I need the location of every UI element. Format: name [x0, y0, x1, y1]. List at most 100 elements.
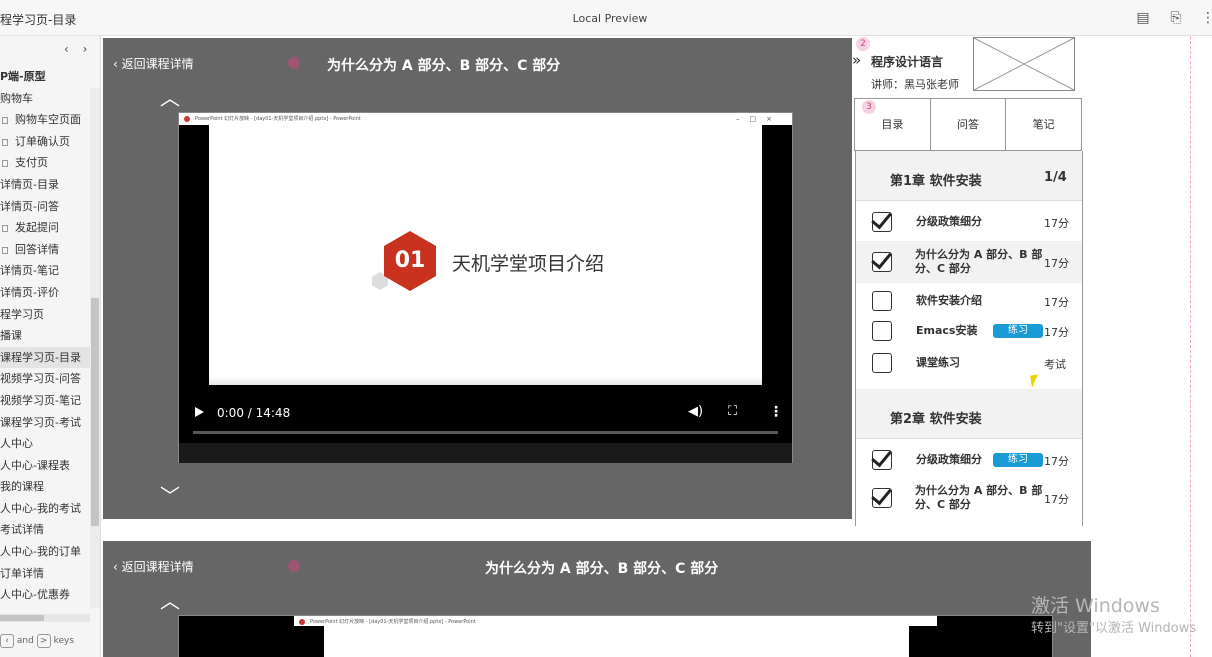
sidebar-item-label: 订单确认页: [15, 134, 70, 148]
chapter-header[interactable]: 第2章 软件安装: [856, 389, 1082, 439]
next-page-icon[interactable]: ›: [83, 42, 88, 56]
chapter-header[interactable]: 第1章 软件安装 1/4: [856, 151, 1082, 201]
powerpoint-icon-2: [299, 619, 305, 625]
lesson-item[interactable]: Emacs安装 练习 17分: [856, 316, 1082, 346]
region-number-3: 3: [862, 100, 876, 114]
hotspot-dot: [288, 57, 300, 69]
course-teacher: 讲师：黑马张老师: [871, 78, 959, 91]
page-tree-sidebar: ‹ › P端-原型购物车购物车空页面 订单确认页支付页详情页-目录 详情页-问答 发起…: [0, 36, 101, 657]
lesson-name: 分级政策细分: [916, 215, 982, 228]
more-icon[interactable]: ⋮: [1200, 10, 1212, 26]
sidebar-scroll-thumb[interactable]: [91, 298, 99, 526]
sidebar-item[interactable]: P端-原型: [0, 66, 90, 88]
page-icon: [2, 225, 8, 233]
notes-icon[interactable]: ▤: [1135, 10, 1151, 26]
sidebar-item-label: 购物车空页面: [15, 113, 81, 127]
page-icon: [2, 246, 8, 254]
player-header-2: ‹ 返回课程详情 为什么分为 A 部分、B 部分、C 部分: [103, 541, 1091, 591]
slide-area-2: [324, 626, 909, 657]
lesson-checkbox[interactable]: [872, 488, 892, 508]
sidebar-item[interactable]: 人中心-课程表: [0, 455, 90, 477]
progress-bar[interactable]: [193, 431, 778, 434]
lesson-checkbox[interactable]: [872, 353, 892, 373]
sidebar-item[interactable]: 我的课程: [0, 476, 90, 498]
lesson-item[interactable]: 软件安装介绍 17分: [856, 286, 1082, 316]
lesson-checkbox[interactable]: [872, 252, 892, 272]
back-to-course-link-2[interactable]: ‹ 返回课程详情: [113, 558, 194, 575]
more-options-icon[interactable]: ⋮: [769, 404, 783, 420]
lesson-checkbox[interactable]: [872, 321, 892, 341]
sidebar-item[interactable]: 视频学习页-笔记: [0, 390, 90, 412]
sidebar-item[interactable]: 购物车空页面: [0, 109, 90, 131]
hotspot-dot-2: [288, 560, 300, 572]
page-icon: [2, 117, 8, 125]
sidebar-item-label: 详情页-笔记: [0, 264, 59, 278]
sidebar-item[interactable]: 人中心-我的考试: [0, 498, 90, 520]
sidebar-item[interactable]: 人中心-优惠券: [0, 584, 90, 606]
sidebar-item-label: 人中心: [0, 437, 33, 451]
sidebar-item[interactable]: 详情页-问答: [0, 196, 90, 218]
practice-badge[interactable]: 练习: [993, 324, 1043, 338]
lesson-item[interactable]: 课堂练习 考试: [856, 348, 1082, 378]
volume-icon[interactable]: ◀): [688, 404, 703, 419]
powerpoint-icon: [184, 116, 190, 122]
taskbar: [179, 443, 792, 463]
sidebar-item[interactable]: 详情页-评价: [0, 282, 90, 304]
sidebar-item-label: 支付页: [15, 156, 48, 170]
sidebar-item[interactable]: 考试详情: [0, 519, 90, 541]
chapter-title: 第2章 软件安装: [890, 412, 982, 427]
course-catalog[interactable]: 第1章 软件安装 1/4 分级政策细分 17分 为什么分为 A 部分、B 部分、C 部分…: [855, 151, 1083, 526]
sidebar-item[interactable]: 人中心: [0, 433, 90, 455]
video-frame[interactable]: PowerPoint 幻灯片放映 - [day01-天机学堂项目介绍.pptx]…: [178, 112, 793, 463]
sidebar-item[interactable]: 发起提问: [0, 217, 90, 239]
tab-notes[interactable]: 笔记: [1006, 99, 1081, 150]
lesson-checkbox[interactable]: [872, 212, 892, 232]
chevron-up-icon-2[interactable]: ︿: [160, 591, 180, 611]
lesson-item[interactable]: 分级政策细分 练习 17分: [856, 445, 1082, 475]
sidebar-item[interactable]: 订单确认页: [0, 131, 90, 153]
chevron-down-icon[interactable]: ﹀: [160, 486, 180, 506]
sidebar-item[interactable]: 支付页: [0, 152, 90, 174]
image-placeholder-icon: [973, 37, 1075, 91]
lesson-item[interactable]: 为什么分为 A 部分、B 部分、C 部分 17分: [856, 241, 1082, 283]
sidebar-item[interactable]: 回答详情: [0, 239, 90, 261]
sidebar-item[interactable]: 课程学习页-考试: [0, 412, 90, 434]
sidebar-item-label: 订单详情: [0, 566, 44, 580]
sidebar-item[interactable]: 详情页-笔记: [0, 260, 90, 282]
video-frame-2[interactable]: PowerPoint 幻灯片放映 - [day01-天机学堂项目介绍.pptx]…: [178, 615, 1053, 657]
slide-title: 天机学堂项目介绍: [452, 253, 605, 275]
sidebar-item[interactable]: 人中心-我的订单: [0, 541, 90, 563]
back-to-course-link[interactable]: ‹ 返回课程详情: [113, 55, 194, 72]
sidebar-item[interactable]: 详情页-目录: [0, 174, 90, 196]
sidebar-item[interactable]: 程学习页: [0, 304, 90, 326]
lesson-item[interactable]: 分级政策细分 17分: [856, 203, 1082, 241]
tab-qa[interactable]: 问答: [931, 99, 1007, 150]
lesson-duration: 17分: [1044, 493, 1069, 506]
sidebar-item[interactable]: 播课: [0, 325, 90, 347]
lesson-name: 课堂练习: [916, 356, 960, 369]
sidebar-item-label: 程学习页: [0, 307, 44, 321]
edit-icon[interactable]: ⎘: [1168, 10, 1184, 26]
sidebar-item-label: 人中心-优惠券: [0, 588, 70, 602]
lesson-checkbox[interactable]: [872, 450, 892, 470]
back-label: 返回课程详情: [121, 57, 194, 71]
sidebar-item[interactable]: 订单详情: [0, 563, 90, 585]
video-controls: 0:00 / 14:48 ◀) ⛶ ⋮: [179, 376, 792, 448]
lesson-checkbox[interactable]: [872, 291, 892, 311]
sidebar-item-label: 课程学习页-目录: [0, 350, 81, 364]
sidebar-item[interactable]: 课程学习页-目录: [0, 346, 90, 369]
sidebar-item[interactable]: 购物车: [0, 88, 90, 110]
sidebar-hscroll-thumb[interactable]: [0, 615, 44, 621]
fullscreen-icon[interactable]: ⛶: [728, 404, 737, 419]
chapter-title: 第1章 软件安装: [890, 174, 982, 189]
double-chevron-icon[interactable]: »: [852, 51, 861, 69]
chevron-up-icon[interactable]: ︿: [160, 88, 180, 108]
course-tabs: 目录 问答 笔记: [854, 98, 1082, 151]
prev-page-icon[interactable]: ‹: [64, 42, 69, 56]
practice-badge[interactable]: 练习: [993, 453, 1043, 467]
sidebar-item-label: P端-原型: [0, 70, 46, 83]
sidebar-item[interactable]: 视频学习页-问答: [0, 368, 90, 390]
lesson-title-2: 为什么分为 A 部分、B 部分、C 部分: [485, 561, 719, 577]
lesson-item[interactable]: 为什么分为 A 部分、B 部分、C 部分 17分: [856, 478, 1082, 518]
play-icon[interactable]: [195, 407, 204, 417]
